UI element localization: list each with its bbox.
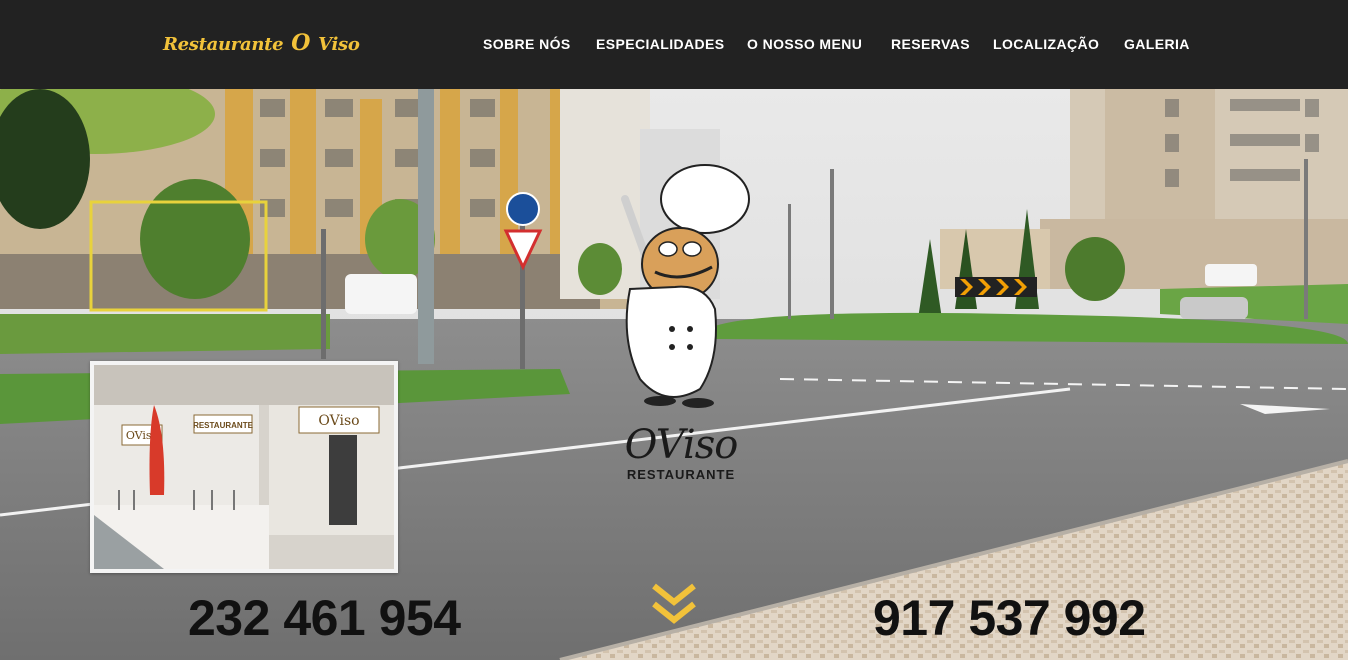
double-chevron-down-icon[interactable] xyxy=(650,582,698,630)
phone-landline[interactable]: 232 461 954 xyxy=(188,589,461,647)
nav-link-especialidades[interactable]: ESPECIALIDADES xyxy=(596,36,725,52)
nav-link-menu[interactable]: O NOSSO MENU xyxy=(747,36,862,52)
brand-word-o: O xyxy=(291,30,311,56)
nav-link-galeria[interactable]: GALERIA xyxy=(1124,36,1190,52)
hero-section: OViso RESTAURANTE OViso OViso RESTAURANT… xyxy=(0,89,1348,660)
phone-mobile[interactable]: 917 537 992 xyxy=(873,589,1146,647)
hero-brand-logo: OViso RESTAURANTE xyxy=(606,425,756,482)
hero-brand-subtitle: RESTAURANTE xyxy=(626,467,736,482)
hero-brand-name: OViso xyxy=(624,422,739,468)
restaurant-storefront-photo[interactable]: OViso RESTAURANTE OViso xyxy=(90,361,398,573)
brand-word-restaurante: Restaurante xyxy=(163,34,284,55)
nav-link-reservas[interactable]: RESERVAS xyxy=(891,36,970,52)
nav-link-localizacao[interactable]: LOCALIZAÇÃO xyxy=(993,36,1099,52)
storefront-sign-right: OViso xyxy=(318,413,359,429)
storefront-illustration: OViso RESTAURANTE OViso xyxy=(94,365,394,569)
brand-word-viso: Viso xyxy=(318,34,360,55)
site-header: Restaurante O Viso SOBRE NÓS ESPECIALIDA… xyxy=(0,0,1348,89)
brand-logo[interactable]: Restaurante O Viso xyxy=(163,30,360,56)
storefront-sign-middle: RESTAURANTE xyxy=(193,421,254,430)
nav-link-sobre-nos[interactable]: SOBRE NÓS xyxy=(483,36,571,52)
